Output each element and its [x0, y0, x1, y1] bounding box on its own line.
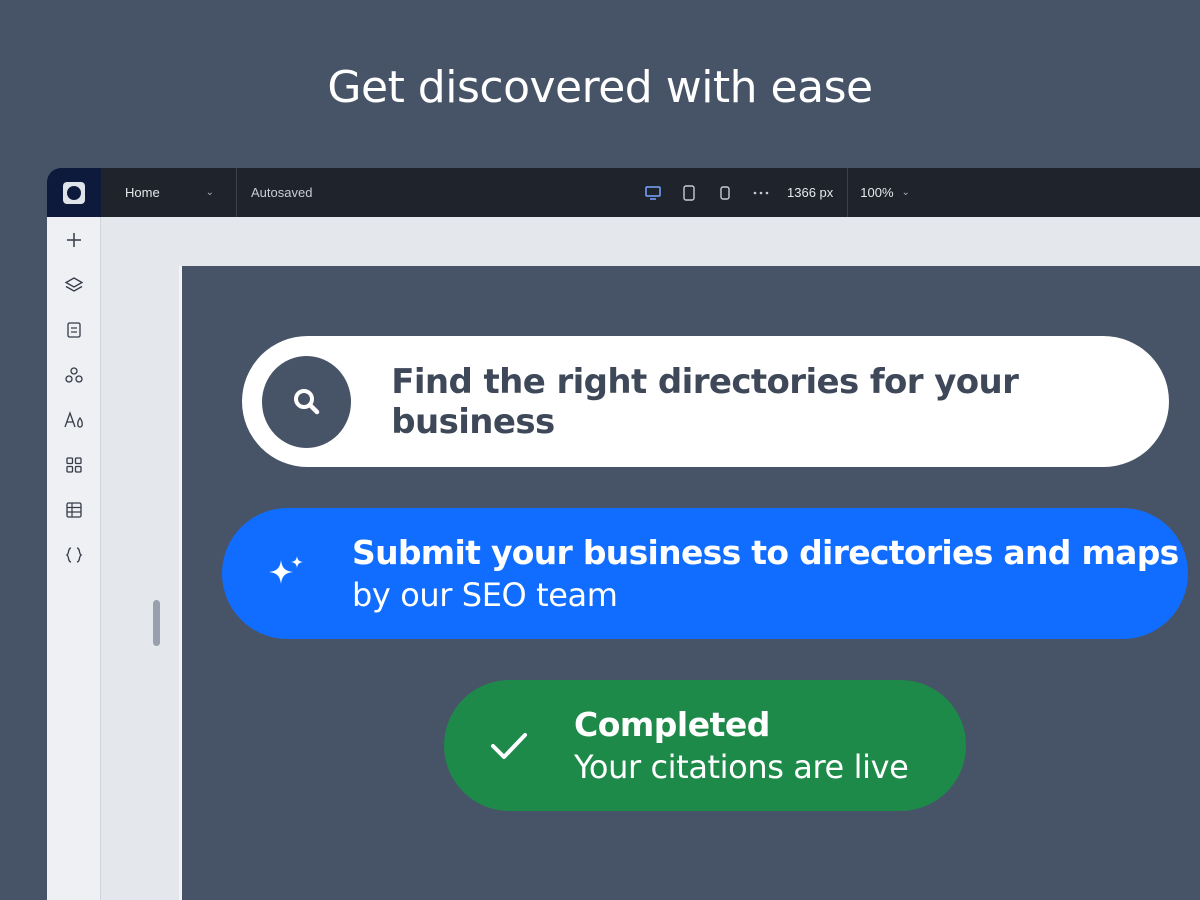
pages-icon[interactable] [47, 307, 101, 352]
step-completed-title: Completed [574, 705, 770, 744]
add-icon[interactable] [47, 217, 101, 262]
code-icon[interactable] [47, 532, 101, 577]
widgets-icon[interactable] [47, 442, 101, 487]
scrollbar-handle[interactable] [153, 600, 160, 646]
step-completed-subtitle: Your citations are live [574, 748, 909, 786]
step-find-label: Find the right directories for your busi… [391, 361, 1019, 442]
page-headline: Get discovered with ease [327, 62, 873, 113]
autosave-status: Autosaved [251, 185, 313, 200]
chevron-down-icon: ⌄ [205, 187, 214, 198]
editor-topbar: Home ⌄ Autosaved 1366 px 100% ⌄ [47, 168, 1200, 217]
chevron-down-icon: ⌄ [901, 187, 910, 198]
logo-icon [63, 181, 85, 204]
page-name: Home [125, 185, 160, 200]
desktop-icon[interactable] [635, 168, 671, 217]
layers-icon[interactable] [47, 262, 101, 307]
design-icon[interactable] [47, 397, 101, 442]
step-submit-business: Submit your business to directories and … [222, 508, 1188, 639]
step-completed: Completed Your citations are live [444, 680, 966, 811]
tool-sidebar [47, 217, 101, 900]
tablet-icon[interactable] [671, 168, 707, 217]
editor-logo[interactable] [47, 168, 101, 217]
step-find-directories: Find the right directories for your busi… [242, 336, 1169, 467]
zoom-level: 100% [860, 185, 894, 200]
apps-icon[interactable] [47, 352, 101, 397]
step-submit-subtitle: by our SEO team [352, 576, 618, 614]
mobile-icon[interactable] [707, 168, 743, 217]
search-icon [262, 355, 352, 448]
viewport-width: 1366 px [787, 168, 849, 217]
table-icon[interactable] [47, 487, 101, 532]
page-selector[interactable]: Home ⌄ [101, 168, 237, 217]
check-icon [491, 732, 527, 759]
zoom-selector[interactable]: 100% ⌄ [848, 185, 910, 200]
more-icon[interactable] [743, 168, 779, 217]
device-switcher: 1366 px 100% ⌄ [635, 168, 910, 217]
step-submit-title: Submit your business to directories and … [352, 533, 1179, 572]
sparkle-icon [269, 555, 303, 584]
